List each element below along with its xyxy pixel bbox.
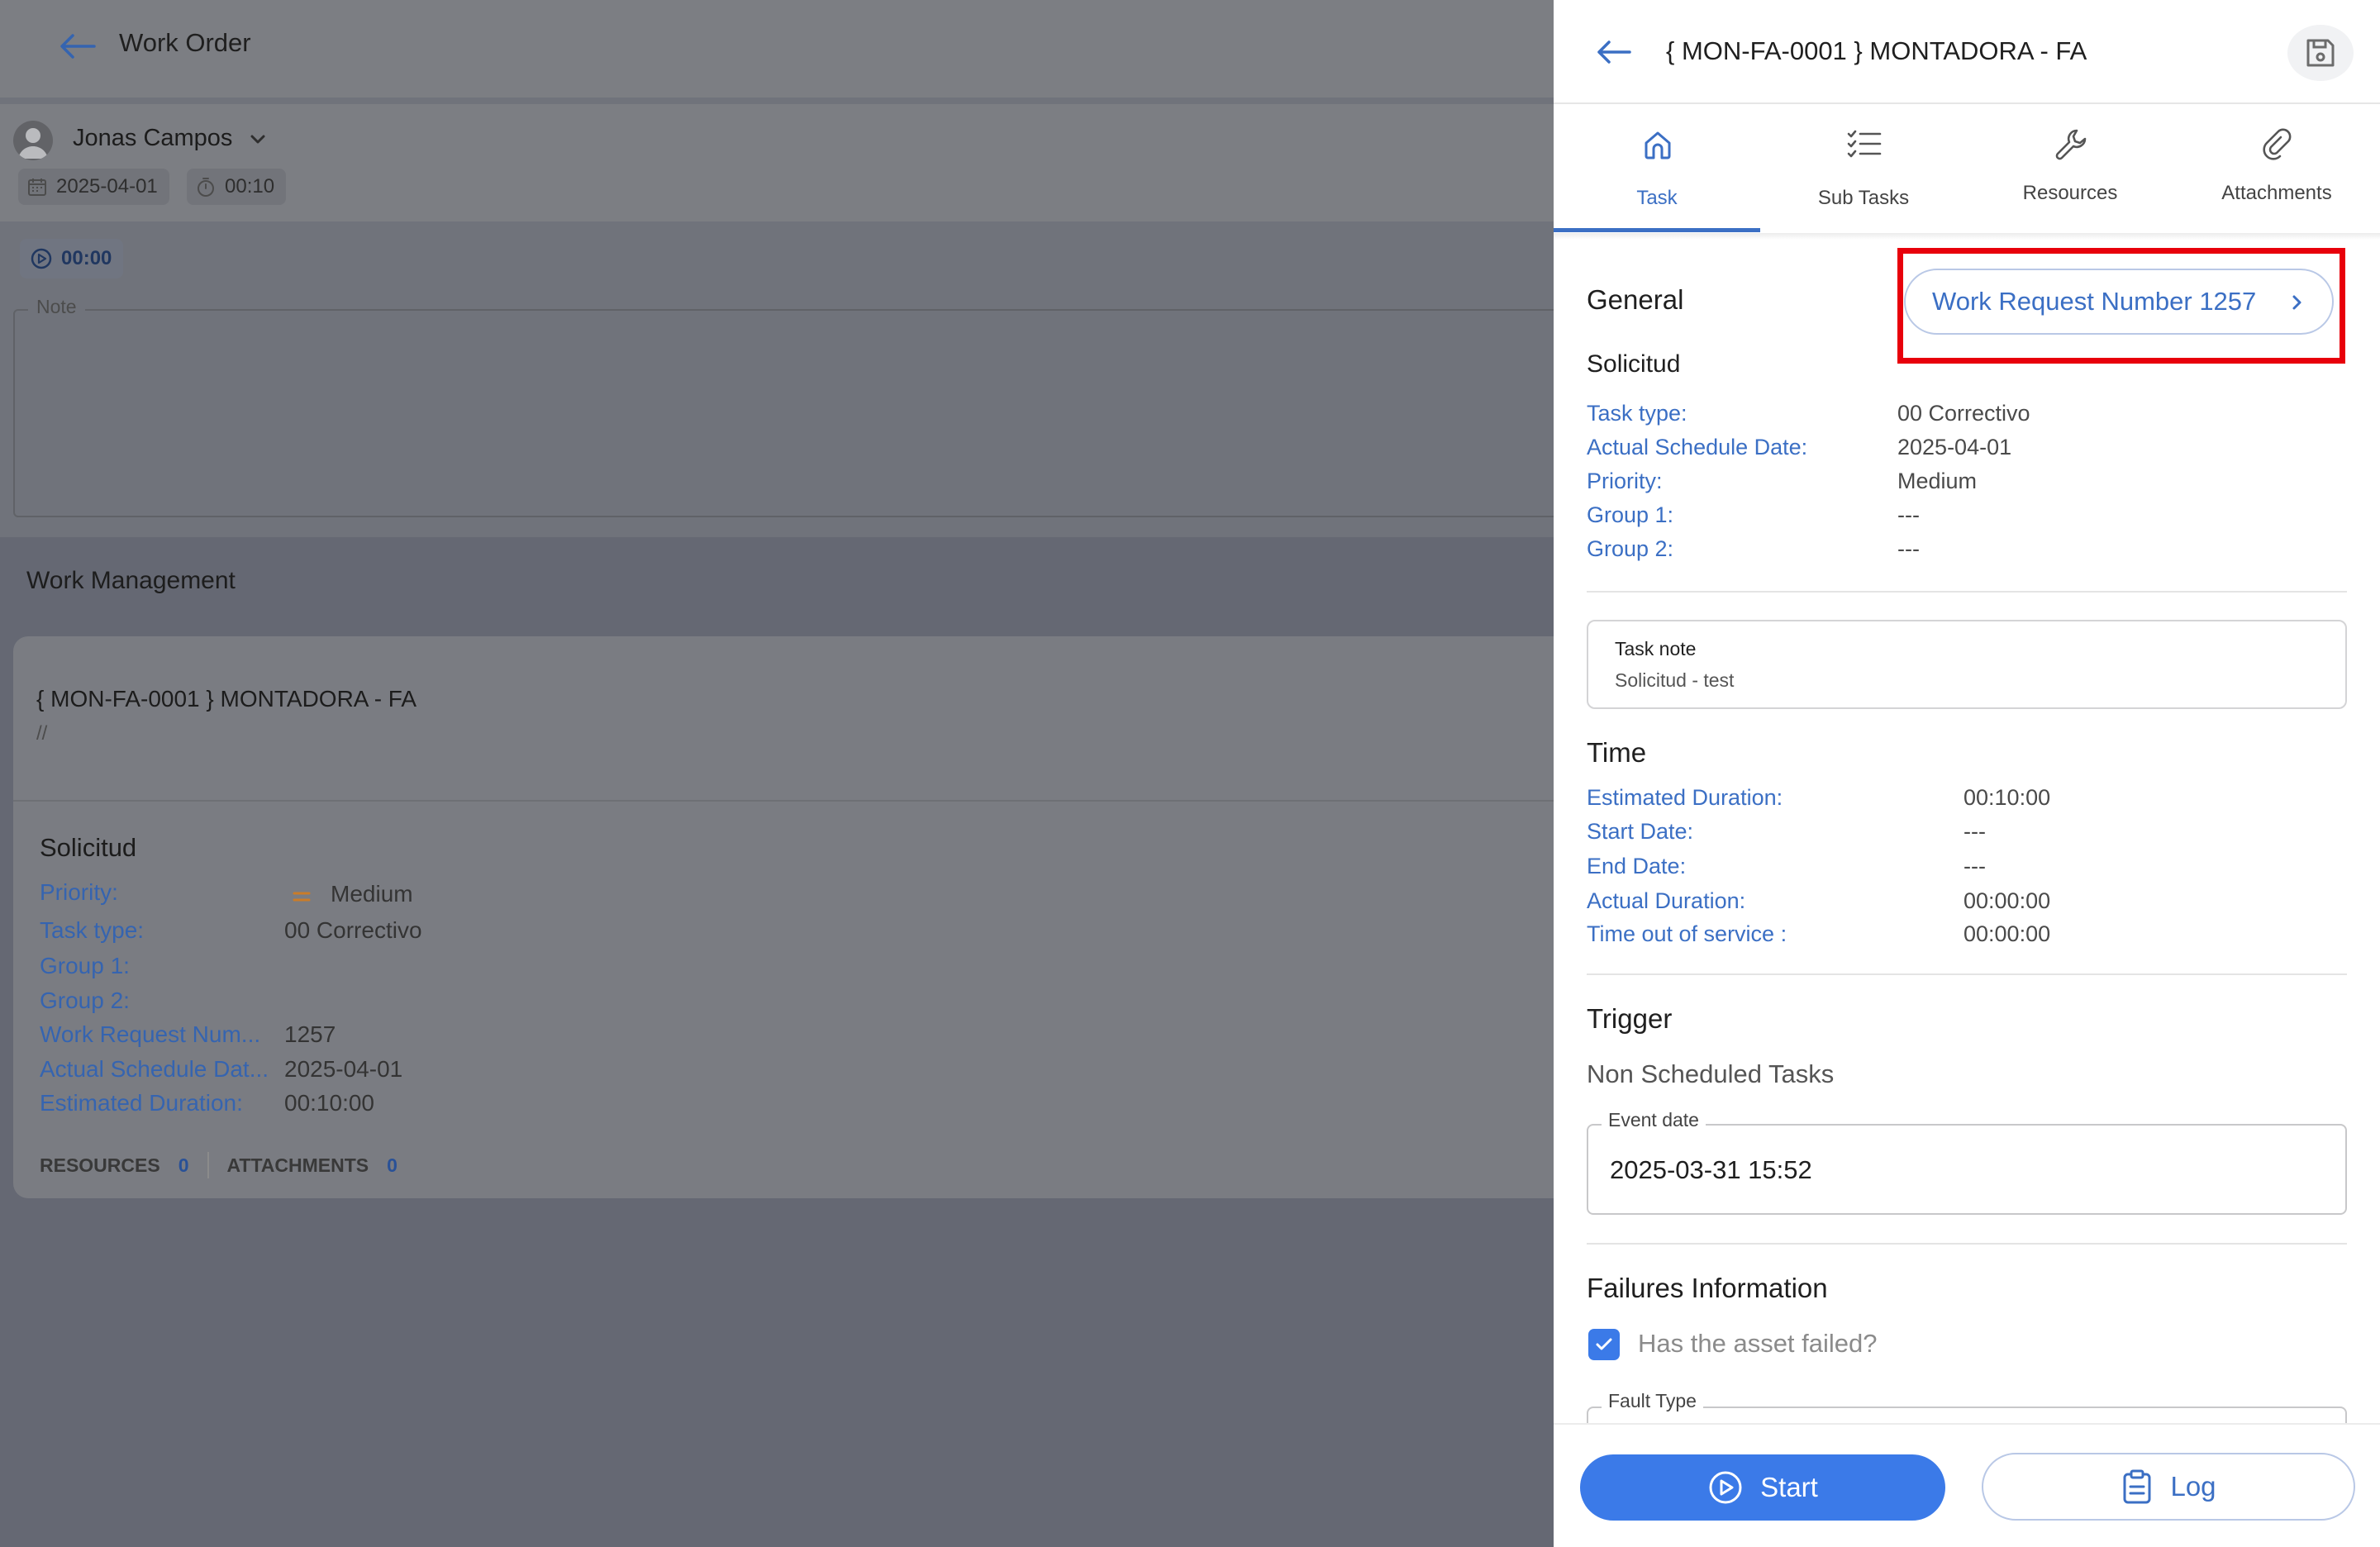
start-button-label: Start [1760,1472,1818,1502]
actual-schedule-date-label: Actual Schedule Date: [1587,435,1808,459]
tab-task[interactable]: Task [1554,106,1760,233]
general-divider [1587,591,2347,593]
tab-attachments[interactable]: Attachments [2173,106,2380,233]
tab-resources-label: Resources [2022,182,2118,204]
drawer-footer: Start Log [1554,1423,2380,1547]
estimated-duration-label: Estimated Duration: [1587,785,1783,810]
end-date-label: End Date: [1587,854,1687,878]
general-title: General [1587,284,1684,315]
clipboard-icon [2123,1469,2151,1504]
time-divider [1587,973,2347,975]
checkmark-icon [1596,1338,1612,1350]
tab-resources[interactable]: Resources [1967,106,2173,233]
wrench-icon [2052,126,2090,164]
event-date-label: Event date [1602,1109,1706,1131]
tab-attachments-label: Attachments [2221,182,2332,204]
start-date-value: --- [1963,819,1986,844]
estimated-duration-value: 00:10:00 [1963,785,2051,810]
priority-value: Medium [1897,469,1978,493]
work-request-button-label: Work Request Number 1257 [1932,287,2257,316]
end-date-value: --- [1963,854,1986,878]
drawer-body[interactable]: General Work Request Number 1257 Solicit… [1554,240,2380,1423]
tab-task-label: Task [1636,187,1678,209]
back-arrow-icon[interactable] [1595,38,1633,66]
drawer-tabs: Task Sub Tasks Resources Attachments [1554,106,2380,233]
drawer-title: { MON-FA-0001 } MONTADORA - FA [1666,36,2087,65]
failures-title: Failures Information [1587,1273,1828,1303]
trigger-subtitle: Non Scheduled Tasks [1587,1059,1835,1088]
log-button-label: Log [2170,1471,2216,1502]
task-type-label: Task type: [1587,401,1687,426]
group1-label: Group 1: [1587,502,1674,527]
save-icon [2306,39,2335,67]
group2-label: Group 2: [1587,536,1674,561]
task-note-label: Task note [1615,638,1697,659]
checklist-icon [1845,126,1883,164]
time-out-of-service-label: Time out of service : [1587,921,1787,946]
tab-sub-tasks-label: Sub Tasks [1817,187,1910,209]
event-date-value: 2025-03-31 15:52 [1610,1155,1812,1184]
home-icon [1639,126,1677,164]
time-title: Time [1587,737,1647,768]
tabs-shadow [1554,233,2380,240]
active-tab-indicator [1554,228,1760,232]
log-button[interactable]: Log [1982,1453,2355,1521]
chevron-right-icon [2291,292,2304,313]
fault-type-label: Fault Type [1602,1390,1703,1412]
asset-failed-checkbox[interactable] [1588,1329,1620,1360]
group2-value: --- [1897,536,1920,561]
paperclip-icon [2259,126,2297,164]
modal-backdrop[interactable] [0,0,1554,1547]
asset-failed-label: Has the asset failed? [1638,1329,1878,1358]
work-request-button[interactable]: Work Request Number 1257 [1904,269,2334,335]
actual-schedule-date-value: 2025-04-01 [1897,435,2012,459]
drawer-header: { MON-FA-0001 } MONTADORA - FA [1554,0,2380,104]
trigger-divider [1587,1243,2347,1245]
time-out-of-service-value: 00:00:00 [1963,921,2051,946]
task-type-value: 00 Correctivo [1897,401,2030,426]
save-button[interactable] [2287,25,2354,81]
priority-label: Priority: [1587,469,1663,493]
task-drawer: { MON-FA-0001 } MONTADORA - FA Task Sub … [1554,0,2380,1547]
task-note-value: Solicitud - test [1615,669,1735,691]
trigger-title: Trigger [1587,1003,1673,1034]
start-button[interactable]: Start [1580,1454,1945,1521]
solicitud-title: Solicitud [1587,350,1681,378]
tab-sub-tasks[interactable]: Sub Tasks [1760,106,1967,233]
task-note-box: Task note Solicitud - test [1587,620,2347,709]
play-circle-icon [1709,1471,1742,1504]
actual-duration-value: 00:00:00 [1963,888,2051,913]
group1-value: --- [1897,502,1920,527]
actual-duration-label: Actual Duration: [1587,888,1746,913]
start-date-label: Start Date: [1587,819,1694,844]
